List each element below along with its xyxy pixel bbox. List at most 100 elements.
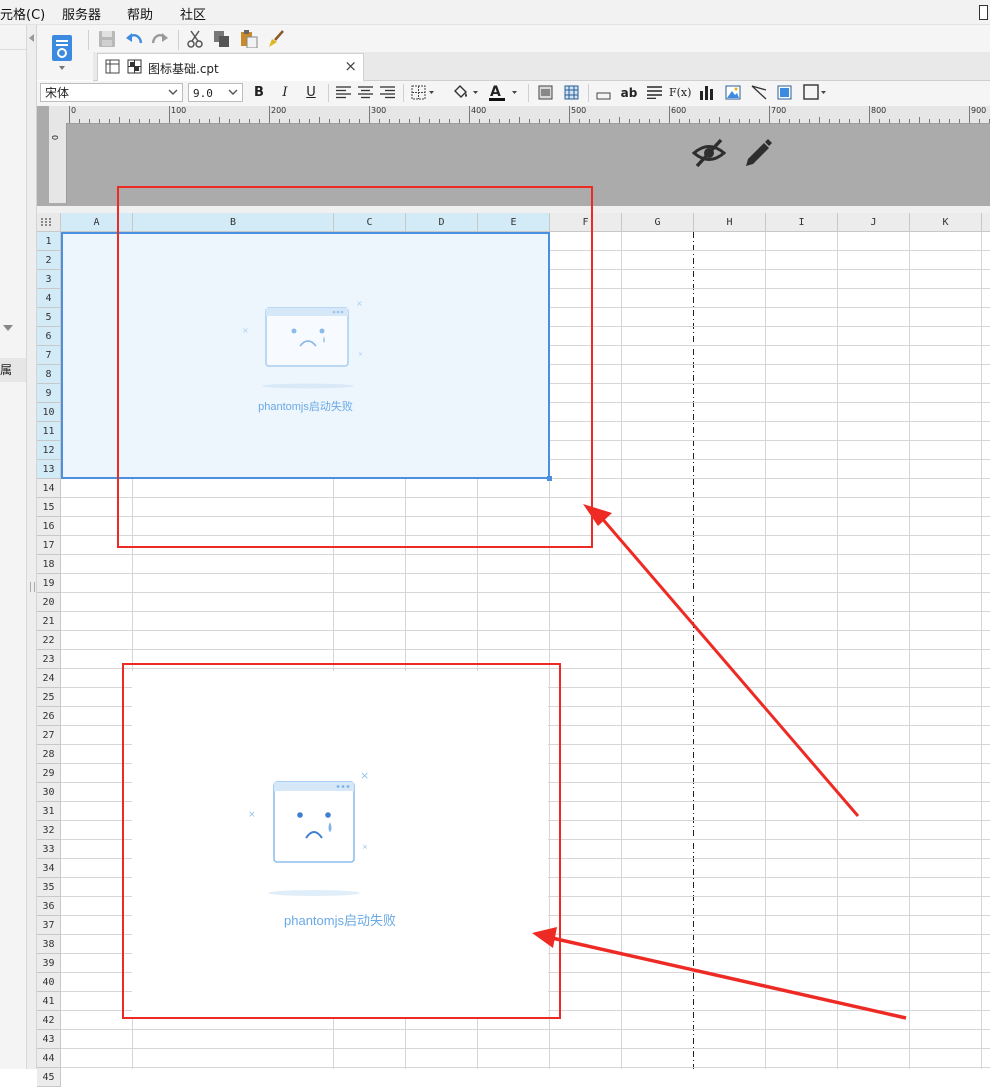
menu-cell[interactable]: 元格(C): [0, 4, 45, 23]
italic-button[interactable]: I: [278, 84, 292, 102]
row-header-26[interactable]: 26: [37, 707, 61, 726]
copy-icon[interactable]: [213, 30, 231, 48]
new-template-dropdown-icon[interactable]: [59, 66, 65, 70]
row-header-18[interactable]: 18: [37, 555, 61, 574]
row-header-1[interactable]: 1: [37, 232, 61, 251]
bold-button[interactable]: B: [252, 84, 266, 102]
cut-icon[interactable]: [186, 30, 204, 48]
sub-report-icon[interactable]: [777, 85, 792, 103]
row-header-23[interactable]: 23: [37, 650, 61, 669]
menu-help[interactable]: 帮助: [127, 4, 153, 23]
border-icon[interactable]: [411, 85, 435, 103]
row-header-40[interactable]: 40: [37, 973, 61, 992]
row-header-36[interactable]: 36: [37, 897, 61, 916]
row-header-4[interactable]: 4: [37, 289, 61, 308]
row-header-19[interactable]: 19: [37, 574, 61, 593]
row-header-21[interactable]: 21: [37, 612, 61, 631]
row-header-31[interactable]: 31: [37, 802, 61, 821]
row-header-42[interactable]: 42: [37, 1011, 61, 1030]
align-right-icon[interactable]: [380, 86, 395, 102]
row-header-34[interactable]: 34: [37, 859, 61, 878]
new-template-icon[interactable]: [50, 33, 74, 63]
menu-server[interactable]: 服务器: [62, 4, 101, 23]
tab-close-icon[interactable]: ×: [344, 57, 357, 75]
merge-cells-icon[interactable]: [538, 85, 553, 103]
font-family-select[interactable]: 宋体: [40, 83, 183, 102]
underline-button[interactable]: U: [304, 84, 318, 102]
row-header-32[interactable]: 32: [37, 821, 61, 840]
row-header-28[interactable]: 28: [37, 745, 61, 764]
collapse-down-icon[interactable]: [3, 325, 13, 331]
tab-file[interactable]: 图标基础.cpt ×: [97, 53, 364, 81]
align-left-icon[interactable]: [336, 86, 351, 102]
insert-field-icon[interactable]: [596, 89, 611, 103]
save-icon[interactable]: [98, 30, 116, 48]
column-header[interactable]: [982, 213, 990, 232]
row-header-22[interactable]: 22: [37, 631, 61, 650]
row-header-2[interactable]: 2: [37, 251, 61, 270]
row-header-16[interactable]: 16: [37, 517, 61, 536]
row-header-35[interactable]: 35: [37, 878, 61, 897]
column-header-i[interactable]: I: [766, 213, 838, 232]
insert-chart-icon[interactable]: [699, 85, 714, 103]
horizontal-ruler[interactable]: 0 100 200 300 400 500 600 700 800 900: [49, 106, 990, 124]
row-header-27[interactable]: 27: [37, 726, 61, 745]
undo-icon[interactable]: [125, 30, 143, 48]
edit-pencil-icon[interactable]: [742, 137, 774, 172]
row-header-9[interactable]: 9: [37, 384, 61, 403]
row-header-39[interactable]: 39: [37, 954, 61, 973]
row-header-5[interactable]: 5: [37, 308, 61, 327]
row-header-29[interactable]: 29: [37, 764, 61, 783]
column-header-j[interactable]: J: [838, 213, 910, 232]
row-header-20[interactable]: 20: [37, 593, 61, 612]
left-panel-property-label[interactable]: 属: [0, 358, 26, 382]
splitter-grip-icon[interactable]: [30, 582, 35, 592]
row-header-12[interactable]: 12: [37, 441, 61, 460]
row-header-14[interactable]: 14: [37, 479, 61, 498]
chevron-down-icon[interactable]: [165, 84, 181, 101]
split-cells-icon[interactable]: [564, 85, 579, 103]
vertical-ruler[interactable]: 0: [49, 123, 67, 203]
row-header-37[interactable]: 37: [37, 916, 61, 935]
row-header-6[interactable]: 6: [37, 327, 61, 346]
slash-line-icon[interactable]: [751, 85, 767, 103]
format-brush-icon[interactable]: [267, 30, 285, 48]
row-header-15[interactable]: 15: [37, 498, 61, 517]
align-center-icon[interactable]: [358, 86, 373, 102]
column-header-h[interactable]: H: [694, 213, 766, 232]
text-button[interactable]: ab: [619, 84, 639, 102]
row-header-8[interactable]: 8: [37, 365, 61, 384]
row-header-44[interactable]: 44: [37, 1049, 61, 1068]
row-header-3[interactable]: 3: [37, 270, 61, 289]
row-header-30[interactable]: 30: [37, 783, 61, 802]
formula-button[interactable]: F(x): [669, 84, 691, 102]
collapse-left-icon[interactable]: [29, 34, 34, 42]
row-header-17[interactable]: 17: [37, 536, 61, 555]
insert-image-icon[interactable]: [725, 85, 741, 103]
frozen-icon[interactable]: [803, 84, 829, 103]
column-header-g[interactable]: G: [622, 213, 694, 232]
row-header-41[interactable]: 41: [37, 992, 61, 1011]
column-header-k[interactable]: K: [910, 213, 982, 232]
row-header-24[interactable]: 24: [37, 669, 61, 688]
window-restore-icon[interactable]: [979, 5, 988, 20]
row-header-7[interactable]: 7: [37, 346, 61, 365]
font-size-select[interactable]: 9.0: [188, 83, 243, 102]
row-header-33[interactable]: 33: [37, 840, 61, 859]
text-color-icon[interactable]: A: [488, 84, 522, 104]
rich-text-icon[interactable]: [647, 86, 662, 102]
row-header-10[interactable]: 10: [37, 403, 61, 422]
redo-icon[interactable]: [151, 30, 169, 48]
hide-eye-icon[interactable]: [691, 138, 727, 171]
panel-splitter[interactable]: [27, 25, 37, 1069]
paste-icon[interactable]: [240, 30, 258, 49]
row-header-38[interactable]: 38: [37, 935, 61, 954]
row-header-25[interactable]: 25: [37, 688, 61, 707]
grid-view-icon[interactable]: [105, 59, 120, 74]
row-header-43[interactable]: 43: [37, 1030, 61, 1049]
fill-color-icon[interactable]: [452, 84, 480, 103]
select-all-corner[interactable]: [37, 213, 61, 232]
row-header-11[interactable]: 11: [37, 422, 61, 441]
chevron-down-icon[interactable]: [225, 84, 241, 101]
row-header-45[interactable]: 45: [37, 1068, 61, 1087]
